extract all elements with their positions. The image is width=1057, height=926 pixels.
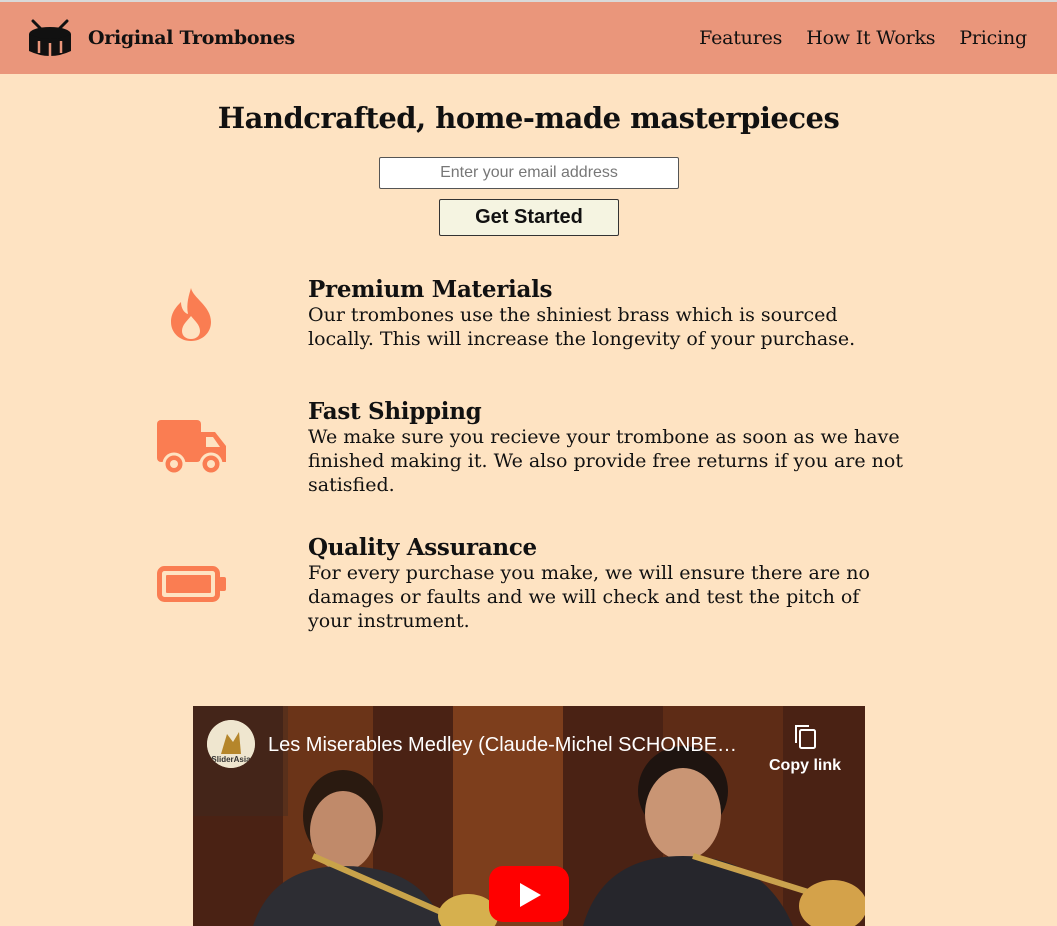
drum-icon — [29, 19, 71, 56]
feature-description: For every purchase you make, we will ens… — [308, 562, 870, 632]
copy-link-icon[interactable] — [793, 724, 817, 750]
feature-title: Premium Materials — [308, 276, 553, 303]
hero-title: Handcrafted, home-made masterpieces — [217, 101, 840, 135]
channel-logo-image: SliderAsia — [207, 720, 255, 768]
battery-icon — [157, 566, 226, 602]
nav-link-pricing[interactable]: Pricing — [959, 27, 1027, 49]
feature-title: Quality Assurance — [308, 534, 537, 561]
brand-name: Original Trombones — [88, 27, 295, 49]
channel-logo-text: SliderAsia — [211, 755, 251, 764]
play-icon — [520, 883, 541, 907]
copy-link-label[interactable]: Copy link — [769, 757, 841, 775]
nav-link-features[interactable]: Features — [699, 27, 782, 49]
nav-link-how-it-works[interactable]: How It Works — [806, 27, 935, 49]
fire-icon — [171, 288, 211, 341]
feature-quality-assurance: Quality Assurance For every purchase you… — [308, 535, 908, 633]
feature-description: Our trombones use the shiniest brass whi… — [308, 304, 856, 350]
email-input[interactable] — [379, 157, 679, 189]
play-button[interactable] — [489, 866, 569, 922]
truck-icon — [157, 420, 226, 476]
feature-premium-materials: Premium Materials Our trombones use the … — [308, 277, 908, 351]
feature-fast-shipping: Fast Shipping We make sure you recieve y… — [308, 399, 908, 497]
video-embed[interactable]: SliderAsia Les Miserables Medley (Claude… — [193, 706, 865, 926]
feature-description: We make sure you recieve your trombone a… — [308, 426, 903, 496]
feature-title: Fast Shipping — [308, 398, 482, 425]
video-title[interactable]: Les Miserables Medley (Claude-Michel SCH… — [268, 734, 758, 757]
get-started-button[interactable]: Get Started — [439, 199, 619, 236]
channel-logo[interactable]: SliderAsia — [207, 720, 255, 768]
main-nav: Features How It Works Pricing — [699, 27, 1027, 49]
site-header: Original Trombones Features How It Works… — [0, 2, 1057, 74]
